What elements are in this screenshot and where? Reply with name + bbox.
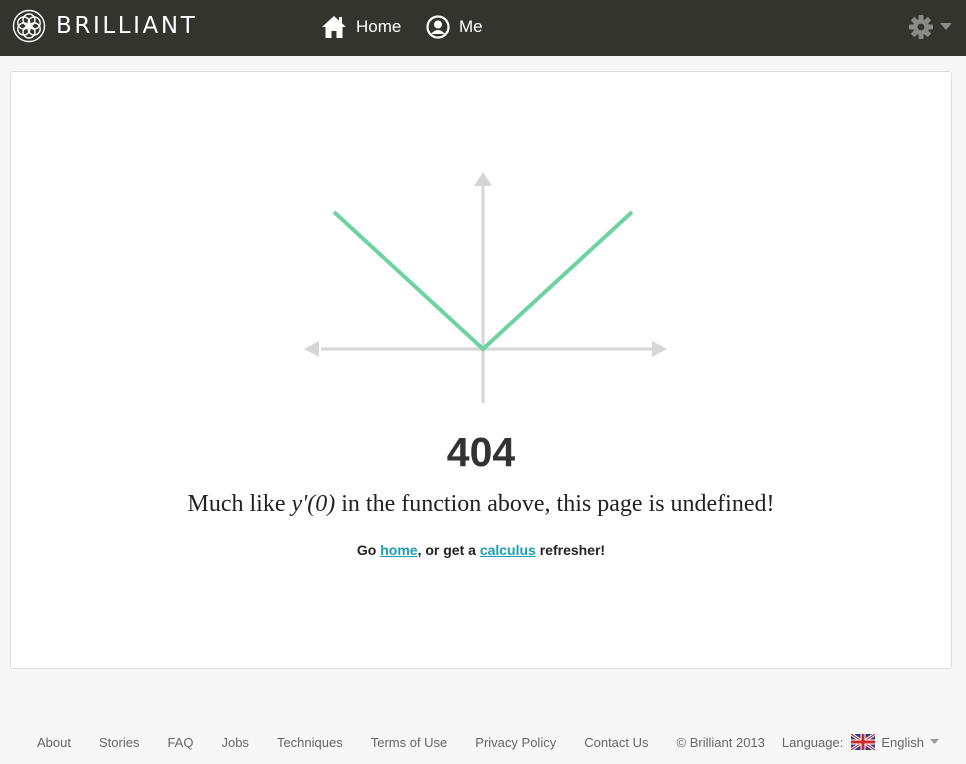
nav-home-link[interactable]: Home <box>321 12 401 42</box>
brilliant-logo-icon <box>12 9 46 43</box>
footer-link-terms[interactable]: Terms of Use <box>371 735 448 750</box>
message-suffix: in the function above, this page is unde… <box>335 491 775 517</box>
message-function: y'(0) <box>291 491 336 517</box>
home-link[interactable]: home <box>380 542 417 558</box>
error-card: 404 Much like y'(0) in the function abov… <box>10 71 952 669</box>
absolute-value-graph <box>304 172 667 403</box>
language-selector[interactable]: English <box>851 734 939 750</box>
y-axis-up-arrow <box>474 172 492 186</box>
chevron-down-icon <box>929 739 939 744</box>
x-axis-left-arrow <box>304 341 319 357</box>
hint-text: Go home, or get a calculus refresher! <box>11 542 951 558</box>
nav-me-link[interactable]: Me <box>426 12 483 42</box>
home-icon <box>322 16 346 38</box>
user-icon <box>426 15 450 39</box>
hint-suffix: refresher! <box>535 542 606 558</box>
nav-me-label: Me <box>459 17 483 36</box>
footer: About Stories FAQ Jobs Techniques Terms … <box>37 732 939 752</box>
hint-middle: , or get a <box>417 542 480 558</box>
error-message: Much like y'(0) in the function above, t… <box>11 491 951 518</box>
footer-link-faq[interactable]: FAQ <box>167 735 193 750</box>
hint-prefix: Go <box>356 542 381 558</box>
language-label: Language: <box>781 734 844 750</box>
calculus-link[interactable]: calculus <box>480 542 536 558</box>
language-value: English <box>881 734 924 750</box>
footer-link-privacy[interactable]: Privacy Policy <box>475 735 556 750</box>
message-prefix: Much like <box>187 491 292 517</box>
error-code: 404 <box>446 429 516 475</box>
x-axis-right-arrow <box>652 341 667 357</box>
gear-icon <box>909 15 933 39</box>
brilliant-logo[interactable]: BRILLIANT <box>12 9 197 43</box>
settings-menu-button[interactable] <box>908 13 952 41</box>
footer-link-jobs[interactable]: Jobs <box>221 735 248 750</box>
chevron-down-icon <box>940 23 952 30</box>
footer-link-stories[interactable]: Stories <box>99 735 139 750</box>
footer-link-about[interactable]: About <box>37 735 71 750</box>
copyright: © Brilliant 2013 <box>676 734 765 750</box>
footer-link-contact[interactable]: Contact Us <box>584 735 648 750</box>
uk-flag-icon <box>851 734 876 750</box>
footer-link-techniques[interactable]: Techniques <box>277 735 343 750</box>
logo-text: BRILLIANT <box>56 13 198 39</box>
top-navigation-bar: BRILLIANT Home Me <box>0 0 966 56</box>
nav-home-label: Home <box>356 17 402 36</box>
